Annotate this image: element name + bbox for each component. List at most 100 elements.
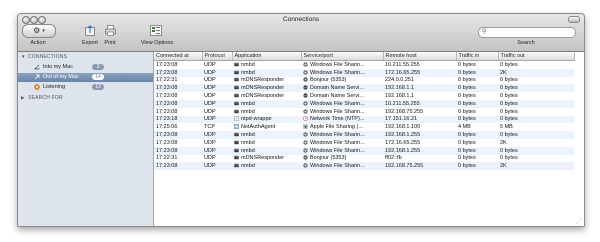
service-port-cell: Windows File Sharin...: [301, 61, 383, 69]
remote-host-cell: 10.211.55.255: [383, 61, 456, 69]
service-port-text: Network Time (NTP)...: [310, 116, 365, 123]
remote-host-cell: 192.168.75.255: [383, 108, 456, 116]
application-text: nmbd: [241, 100, 255, 107]
connection-count-badge: 13: [92, 84, 104, 90]
table-row[interactable]: 17:23:08 UDP nmbd Windows File Sharin... 192…: [154, 131, 574, 139]
table-row[interactable]: 17:23:08 UDP nmbd Windows File Sharin... 192…: [154, 146, 574, 155]
search-field[interactable]: ⚲: [478, 27, 576, 38]
traffic-in-text: 0 bytes: [458, 77, 476, 84]
remote-host-text: 10.211.55.255: [385, 61, 420, 68]
traffic-in-cell: 0 bytes: [456, 162, 498, 171]
connected-at-cell: 17:23:08: [154, 68, 202, 77]
service-port-text: Windows File Sharin...: [310, 139, 365, 146]
application-cell: mDNSResponder: [232, 77, 301, 85]
application-cell: mDNSResponder: [232, 92, 301, 100]
remote-host-cell: 10.211.55.255: [383, 99, 456, 108]
remote-host-cell: 192.168.1.1: [383, 92, 456, 100]
protocol-cell: UDP: [202, 162, 232, 171]
connected-at-text: 17:23:08: [156, 147, 178, 154]
app-icon: [234, 62, 241, 68]
remote-host-text: 172.16.65.255: [385, 139, 421, 146]
protocol-text: UDP: [204, 147, 216, 154]
column-header-remote-host[interactable]: Remote host: [383, 52, 457, 61]
action-button[interactable]: ⚙ ▾: [22, 24, 56, 38]
application-text: nmbd: [241, 132, 255, 139]
application-cell: nmbd: [232, 131, 301, 139]
disclosure-open-icon[interactable]: ▼: [21, 54, 25, 59]
sidebar-item-listening[interactable]: Listening 13: [18, 83, 153, 92]
printer-icon[interactable]: [105, 25, 116, 36]
connected-at-text: 17:23:08: [156, 108, 178, 115]
service-port-text: Windows File Sharin...: [310, 147, 365, 154]
service-port-cell: Windows File Sharin...: [301, 146, 383, 155]
connected-at-text: 17:22:31: [156, 155, 178, 162]
service-port-text: Domain Name Servi...: [310, 85, 364, 92]
sidebar-header-connections: CONNECTIONS: [28, 54, 68, 60]
sidebar-item-into-my-mac[interactable]: Into my Mac 3: [18, 63, 153, 72]
remote-host-cell: ff02::fb: [383, 155, 456, 163]
export-icon[interactable]: [85, 25, 95, 36]
application-text: NetAuthAgent: [241, 124, 276, 131]
sidebar-item-out-of-my-mac[interactable]: Out of my Mac 14: [18, 73, 153, 82]
table-row[interactable]: 17:23:08 UDP nmbd Windows File Sharin... 172…: [154, 139, 574, 147]
traffic-in-text: 0 bytes: [458, 93, 476, 100]
column-header-service-port[interactable]: Service/port: [301, 52, 384, 61]
table-row[interactable]: 17:23:08 UDP mDNSResponder Domain Name Serv…: [154, 84, 574, 93]
service-port-text: Windows File Sharin...: [310, 61, 365, 68]
traffic-out-cell: 0 bytes: [498, 155, 574, 163]
app-icon: [234, 140, 241, 146]
remote-host-text: 192.168.1.1: [385, 85, 415, 92]
table-row[interactable]: 17:23:08 UDP nmbd Windows File Sharin... 192…: [154, 108, 574, 116]
traffic-out-text: 0 bytes: [500, 108, 518, 115]
connected-at-text: 17:23:08: [156, 93, 178, 100]
table-row[interactable]: 17:23:08 UDP nmbd Windows File Sharin... 10.…: [154, 61, 574, 69]
toolbar-toggle-button[interactable]: [568, 16, 580, 23]
column-header-traffic-out[interactable]: Traffic out: [498, 52, 575, 61]
table-row[interactable]: 17:23:08 UDP nmbd Windows File Sharin... 192…: [154, 162, 574, 171]
bonjour-icon: [303, 77, 310, 83]
remote-host-cell: 172.16.65.255: [383, 68, 456, 77]
table-row[interactable]: 17:23:08 UDP mDNSResponder Domain Name Serv…: [154, 92, 574, 100]
traffic-out-text: 5 MB: [500, 124, 513, 131]
application-text: nmbd: [241, 69, 255, 76]
traffic-out-cell: 0 bytes: [498, 92, 574, 100]
table-row[interactable]: 17:23:08 UDP nmbd Windows File Sharin... 10.…: [154, 99, 574, 108]
app-icon: [234, 148, 241, 154]
traffic-in-text: 0 bytes: [458, 132, 476, 139]
traffic-in-cell: 0 bytes: [456, 108, 498, 116]
traffic-out-text: 0 bytes: [500, 132, 518, 139]
service-port-text: Windows File Sharin...: [310, 163, 365, 170]
service-port-cell: Apple File Sharing (...: [301, 123, 383, 131]
service-port-cell: Windows File Sharin...: [301, 99, 383, 108]
connection-count-badge: 3: [92, 64, 104, 70]
traffic-out-cell: 0 bytes: [498, 115, 574, 124]
traffic-in-cell: 0 bytes: [456, 146, 498, 155]
connected-at-text: 17:23:08: [156, 85, 178, 92]
remote-host-text: 224.0.0.251: [385, 77, 415, 84]
action-label: Action: [30, 40, 46, 46]
table-row[interactable]: 17:23:08 UDP nmbd Windows File Sharin... 172…: [154, 68, 574, 77]
column-header-protocol[interactable]: Protocol: [202, 52, 233, 61]
column-header-traffic-in[interactable]: Traffic in: [456, 52, 499, 61]
table-row[interactable]: 17:25:06 TCP NetAuthAgent Apple File Sharin…: [154, 123, 574, 131]
sidebar-item-label: Into my Mac: [43, 64, 73, 70]
application-text: mDNSResponder: [241, 155, 285, 162]
column-header-connected-at[interactable]: Connected at: [154, 52, 203, 61]
protocol-cell: UDP: [202, 77, 232, 85]
protocol-cell: UDP: [202, 108, 232, 116]
protocol-text: UDP: [204, 132, 216, 139]
view-options-icon[interactable]: [150, 25, 162, 36]
column-header-application[interactable]: Application: [232, 52, 302, 61]
service-port-text: Windows File Sharin...: [310, 100, 365, 107]
connected-at-text: 17:23:08: [156, 61, 178, 68]
table-row[interactable]: 17:22:31 UDP mDNSResponder Bonjour (5353) 22…: [154, 77, 574, 85]
protocol-text: UDP: [204, 69, 216, 76]
table-row[interactable]: 17:22:31 UDP mDNSResponder Bonjour (5353) ff…: [154, 155, 574, 163]
table-row[interactable]: 17:23:18 UDP ntpd-wrappe Network Time (NTP)…: [154, 115, 574, 124]
resize-grip-icon[interactable]: ⋰: [576, 218, 582, 225]
protocol-text: UDP: [204, 116, 216, 123]
traffic-in-text: 0 bytes: [458, 100, 476, 107]
remote-host-text: 192.168.75.255: [385, 108, 424, 115]
disclosure-closed-icon[interactable]: ▶: [21, 95, 24, 101]
application-text: nmbd: [241, 139, 255, 146]
